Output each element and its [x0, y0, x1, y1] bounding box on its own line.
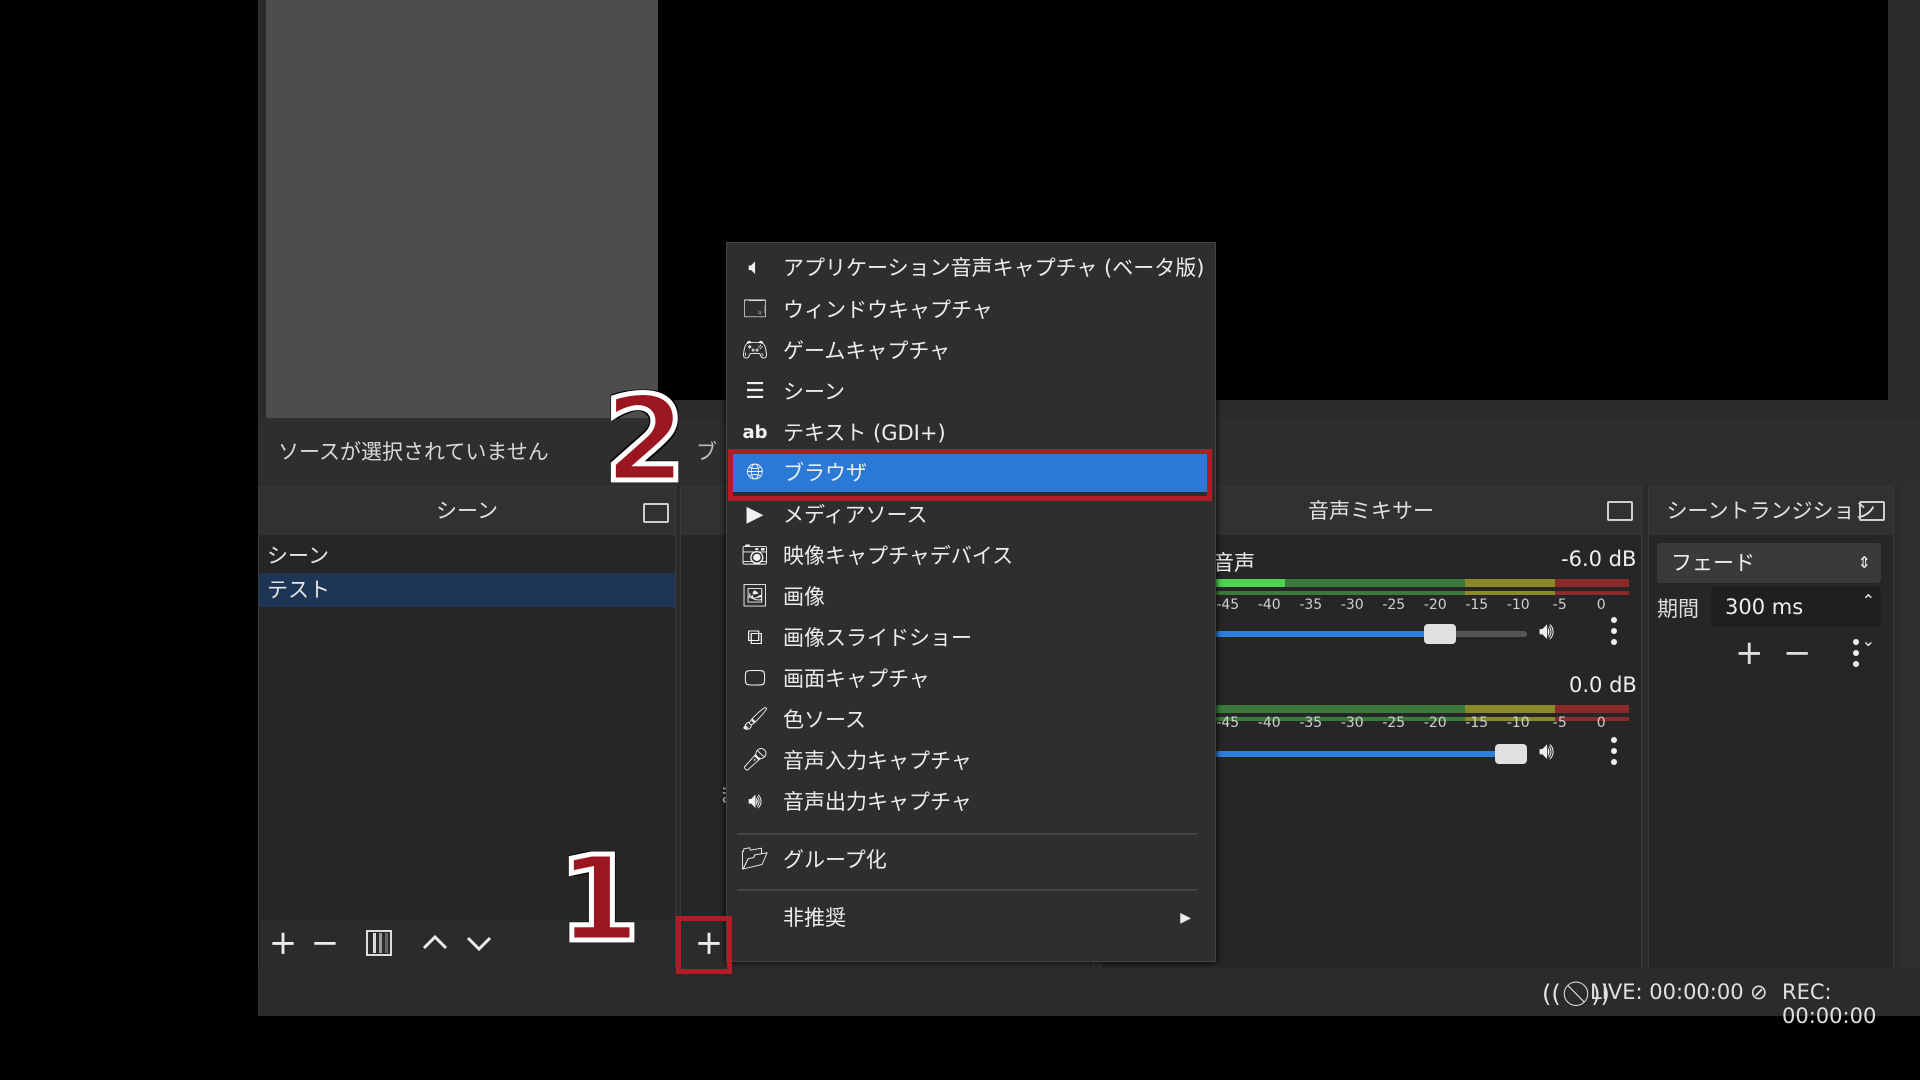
chevron-right-icon: ▶	[1180, 910, 1191, 926]
monitor-icon: 🖵︎	[744, 666, 766, 691]
duration-label: 期間	[1657, 597, 1699, 621]
mixer-channel-db: 0.0 dB	[1569, 673, 1637, 697]
add-source-menu: 🔈︎ アプリケーション音声キャプチャ (ベータ版) 🗔︎ ウィンドウキャプチャ 🎮︎…	[726, 242, 1216, 962]
add-scene-button[interactable]: +	[263, 923, 303, 963]
move-scene-down-button[interactable]	[459, 923, 499, 963]
status-bar: ((🚫︎)) LIVE: 00:00:00 ⊘ REC: 00:00:00	[258, 968, 1920, 1028]
chevron-up-icon	[422, 934, 448, 950]
controls-dock-edge	[1900, 486, 1920, 968]
move-scene-up-button[interactable]	[415, 923, 455, 963]
volume-meter	[1215, 705, 1629, 713]
brush-icon: 🖌︎	[741, 707, 769, 732]
duration-spinbox[interactable]: 300 ms ⌃ ⌄	[1711, 587, 1881, 650]
undock-icon[interactable]	[1607, 501, 1633, 521]
filter-icon	[366, 930, 392, 956]
menu-item-media-source[interactable]: ▶ メディアソース	[733, 496, 1207, 534]
menu-item-color-source[interactable]: 🖌︎ 色ソース	[733, 701, 1207, 739]
menu-item-video-capture-device[interactable]: 📷︎ 映像キャプチャデバイス	[733, 537, 1207, 575]
highlight-box-browser	[728, 449, 1212, 501]
menu-item-image[interactable]: 🖼︎ 画像	[733, 578, 1207, 616]
more-icon[interactable]	[1853, 639, 1859, 672]
spin-icon: ⌃ ⌄	[1861, 591, 1875, 650]
microphone-icon: 🎤︎	[741, 748, 769, 773]
scene-filters-button[interactable]	[359, 923, 399, 963]
menu-item-app-audio-capture[interactable]: 🔈︎ アプリケーション音声キャプチャ (ベータ版)	[733, 249, 1207, 287]
speaker-icon: 🔊︎	[748, 789, 762, 814]
add-transition-button[interactable]: +	[1735, 633, 1764, 673]
speaker-icon[interactable]: 🔊︎	[1539, 737, 1554, 765]
source-props-partial: ブ	[696, 440, 717, 464]
rec-timer: REC: 00:00:00	[1782, 980, 1877, 1028]
menu-item-audio-output-capture[interactable]: 🔊︎ 音声出力キャプチャ	[733, 783, 1207, 821]
text-icon: ab	[742, 422, 768, 443]
step-1-callout: 1	[555, 830, 642, 968]
scene-item-test[interactable]: テスト	[259, 573, 675, 607]
menu-item-scene[interactable]: ☰ シーン	[733, 373, 1207, 411]
live-timer: LIVE: 00:00:00	[1590, 980, 1744, 1004]
remove-transition-button[interactable]: −	[1783, 633, 1812, 673]
chevron-down-icon	[466, 936, 492, 952]
menu-item-image-slideshow[interactable]: ⧉ 画像スライドショー	[733, 619, 1207, 657]
transitions-title: シーントランジション	[1649, 487, 1893, 535]
camera-icon: 📷︎	[741, 543, 769, 568]
volume-slider[interactable]	[1215, 624, 1527, 644]
more-icon[interactable]	[1611, 737, 1617, 770]
app-audio-icon: 🔈︎	[748, 255, 762, 280]
transition-select[interactable]: フェード ⇕	[1657, 543, 1881, 583]
menu-item-text-gdi[interactable]: ab テキスト (GDI+)	[733, 414, 1207, 452]
menu-separator	[737, 889, 1197, 891]
step-2-callout: 2	[601, 370, 688, 508]
remove-scene-button[interactable]: −	[305, 923, 345, 963]
volume-meter	[1215, 579, 1629, 587]
menu-item-window-capture[interactable]: 🗔︎ ウィンドウキャプチャ	[733, 291, 1207, 329]
menu-item-display-capture[interactable]: 🖵︎ 画面キャプチャ	[733, 660, 1207, 698]
list-icon: ☰	[745, 379, 765, 404]
mixer-channel-db: -6.0 dB	[1561, 547, 1637, 571]
speaker-icon[interactable]: 🔊︎	[1539, 617, 1554, 645]
slideshow-icon: ⧉	[747, 625, 763, 650]
scene-transitions-dock: シーントランジション フェード ⇕ 期間 300 ms ⌃ ⌄ + −	[1648, 486, 1894, 970]
preview-side-panel	[266, 0, 658, 418]
no-source-label: ソースが選択されていません	[278, 440, 549, 464]
undock-icon[interactable]	[1859, 501, 1885, 521]
mixer-channel-name: 音声	[1213, 551, 1255, 575]
menu-item-deprecated[interactable]: 非推奨 ▶	[733, 899, 1207, 937]
menu-item-group[interactable]: 📂︎ グループ化	[733, 841, 1207, 879]
menu-item-audio-input-capture[interactable]: 🎤︎ 音声入力キャプチャ	[733, 742, 1207, 780]
more-icon[interactable]	[1611, 617, 1617, 650]
menu-separator	[737, 833, 1197, 835]
updown-icon: ⇕	[1857, 553, 1871, 572]
meter-scale: -45 -40 -35 -30 -25 -20 -15 -10 -5 0	[1216, 597, 1606, 613]
volume-slider[interactable]	[1215, 744, 1527, 764]
highlight-box-add-source	[676, 916, 732, 974]
play-icon: ▶	[746, 502, 764, 527]
scene-item-scene[interactable]: シーン	[259, 539, 675, 573]
gamepad-icon: 🎮︎	[741, 338, 769, 363]
window-icon: 🗔︎	[743, 297, 767, 322]
meter-scale: -45 -40 -35 -30 -25 -20 -15 -10 -5 0	[1216, 715, 1606, 731]
folder-icon: 📂︎	[741, 847, 769, 872]
image-icon: 🖼︎	[741, 584, 769, 609]
menu-item-game-capture[interactable]: 🎮︎ ゲームキャプチャ	[733, 332, 1207, 370]
rec-status-icon: ⊘	[1750, 980, 1768, 1004]
